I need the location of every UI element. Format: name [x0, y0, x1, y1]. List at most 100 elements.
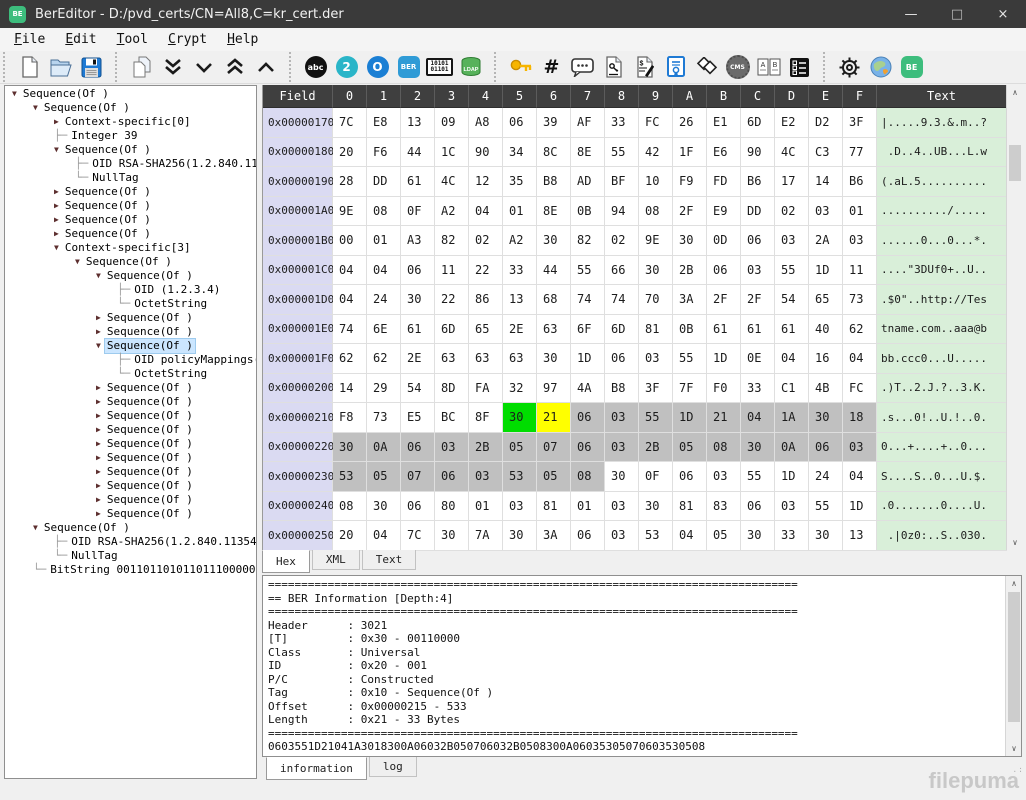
hex-byte-cell[interactable]: 04: [775, 344, 809, 374]
hex-byte-cell[interactable]: 62: [367, 344, 401, 374]
tree-item[interactable]: ▶Sequence(Of ): [5, 325, 256, 339]
hex-byte-cell[interactable]: 05: [367, 462, 401, 492]
hex-byte-cell[interactable]: 83: [707, 492, 741, 522]
tree-item[interactable]: ├─OID RSA-SHA256(1.2.840.11…: [5, 157, 256, 171]
hex-byte-cell[interactable]: 06: [435, 462, 469, 492]
hex-byte-cell[interactable]: F6: [367, 138, 401, 168]
hex-byte-cell[interactable]: 30: [435, 521, 469, 551]
hex-byte-cell[interactable]: 30: [537, 226, 571, 256]
tree-collapsed-icon[interactable]: ▶: [54, 115, 59, 129]
hex-byte-cell[interactable]: 01: [469, 492, 503, 522]
hex-byte-cell[interactable]: 61: [741, 315, 775, 345]
hex-byte-cell[interactable]: 01: [843, 197, 877, 227]
hex-byte-cell[interactable]: 04: [469, 197, 503, 227]
menu-edit[interactable]: Edit: [55, 30, 106, 49]
hex-byte-cell[interactable]: 04: [741, 403, 775, 433]
tree-item[interactable]: ▶Sequence(Of ): [5, 381, 256, 395]
tree-collapsed-icon[interactable]: ▶: [96, 381, 101, 395]
hex-byte-cell[interactable]: 30: [333, 433, 367, 463]
hex-byte-cell[interactable]: 30: [639, 492, 673, 522]
hex-byte-cell[interactable]: 0B: [673, 315, 707, 345]
ber-tree-panel[interactable]: ▼Sequence(Of )▼Sequence(Of )▶Context-spe…: [4, 85, 257, 779]
tree-collapsed-icon[interactable]: ▶: [96, 423, 101, 437]
hex-byte-cell[interactable]: 03: [435, 433, 469, 463]
hex-byte-cell[interactable]: 21: [537, 403, 571, 433]
hex-byte-cell[interactable]: 24: [367, 285, 401, 315]
tree-item[interactable]: └─OctetString: [5, 297, 256, 311]
hex-byte-cell[interactable]: 1D: [571, 344, 605, 374]
hex-byte-cell[interactable]: 8C: [537, 138, 571, 168]
hex-byte-cell[interactable]: 0A: [775, 433, 809, 463]
hex-byte-cell[interactable]: C3: [809, 138, 843, 168]
hex-byte-cell[interactable]: 06: [741, 226, 775, 256]
hex-byte-cell[interactable]: 55: [571, 256, 605, 286]
hex-byte-cell[interactable]: 34: [503, 138, 537, 168]
tree-expanded-icon[interactable]: ▼: [54, 241, 59, 255]
hex-byte-cell[interactable]: 9E: [639, 226, 673, 256]
hex-byte-cell[interactable]: 03: [605, 521, 639, 551]
hex-byte-cell[interactable]: 30: [503, 521, 537, 551]
hex-byte-cell[interactable]: 3A: [537, 521, 571, 551]
hex-byte-cell[interactable]: 4C: [775, 138, 809, 168]
hex-byte-cell[interactable]: 16: [809, 344, 843, 374]
open-file-icon[interactable]: [45, 53, 76, 81]
hex-byte-cell[interactable]: E6: [707, 138, 741, 168]
hex-byte-cell[interactable]: 65: [469, 315, 503, 345]
hex-byte-cell[interactable]: 55: [809, 492, 843, 522]
hex-byte-cell[interactable]: 8E: [571, 138, 605, 168]
hex-byte-cell[interactable]: A8: [469, 108, 503, 138]
hex-byte-cell[interactable]: DD: [367, 167, 401, 197]
tree-item[interactable]: ├─OID (1.2.3.4): [5, 283, 256, 297]
hex-byte-cell[interactable]: 61: [707, 315, 741, 345]
hex-byte-cell[interactable]: 06: [571, 403, 605, 433]
hex-byte-cell[interactable]: E1: [707, 108, 741, 138]
hex-byte-cell[interactable]: 24: [809, 462, 843, 492]
hex-byte-cell[interactable]: 7A: [469, 521, 503, 551]
minimize-button[interactable]: —: [888, 0, 934, 28]
hex-byte-cell[interactable]: 07: [401, 462, 435, 492]
hex-byte-cell[interactable]: A2: [435, 197, 469, 227]
hex-byte-cell[interactable]: 06: [571, 433, 605, 463]
tree-item[interactable]: ▶Sequence(Of ): [5, 185, 256, 199]
hex-byte-cell[interactable]: 01: [571, 492, 605, 522]
hex-byte-cell[interactable]: 63: [435, 344, 469, 374]
hex-byte-cell[interactable]: 10: [639, 167, 673, 197]
hex-byte-cell[interactable]: AD: [571, 167, 605, 197]
hex-byte-cell[interactable]: AF: [571, 108, 605, 138]
info-scrollbar-up-icon[interactable]: ∧: [1006, 576, 1022, 591]
menu-file[interactable]: File: [4, 30, 55, 49]
menu-tool[interactable]: Tool: [107, 30, 158, 49]
hex-byte-cell[interactable]: 53: [333, 462, 367, 492]
hex-byte-cell[interactable]: 30: [741, 433, 775, 463]
hex-byte-cell[interactable]: 30: [401, 285, 435, 315]
hex-byte-cell[interactable]: 4C: [435, 167, 469, 197]
tree-item[interactable]: ▶Sequence(Of ): [5, 409, 256, 423]
hex-byte-cell[interactable]: 05: [673, 433, 707, 463]
hex-byte-cell[interactable]: 73: [367, 403, 401, 433]
hex-byte-cell[interactable]: 03: [775, 226, 809, 256]
hex-byte-cell[interactable]: 63: [503, 344, 537, 374]
hex-byte-cell[interactable]: 05: [503, 433, 537, 463]
hex-byte-cell[interactable]: 01: [367, 226, 401, 256]
hex-byte-cell[interactable]: 94: [605, 197, 639, 227]
close-button[interactable]: ×: [980, 0, 1026, 28]
tree-item[interactable]: ▶Context-specific[0]: [5, 115, 256, 129]
hex-byte-cell[interactable]: 04: [333, 285, 367, 315]
tree-item[interactable]: ▶Sequence(Of ): [5, 227, 256, 241]
hex-byte-cell[interactable]: 33: [775, 521, 809, 551]
tree-item[interactable]: ▶Sequence(Of ): [5, 451, 256, 465]
hex-byte-cell[interactable]: 0D: [707, 226, 741, 256]
hex-byte-cell[interactable]: 53: [639, 521, 673, 551]
hex-byte-cell[interactable]: 03: [843, 226, 877, 256]
tree-item[interactable]: ▼Sequence(Of ): [5, 87, 256, 101]
hex-byte-cell[interactable]: 8E: [537, 197, 571, 227]
hex-byte-cell[interactable]: 03: [809, 197, 843, 227]
hex-byte-cell[interactable]: 06: [605, 344, 639, 374]
hex-byte-cell[interactable]: E9: [707, 197, 741, 227]
hex-byte-cell[interactable]: 90: [469, 138, 503, 168]
tree-item[interactable]: ▶Sequence(Of ): [5, 507, 256, 521]
resize-grip-icon[interactable]: .:: [1012, 765, 1024, 774]
hex-byte-cell[interactable]: 08: [367, 197, 401, 227]
hex-byte-cell[interactable]: 44: [401, 138, 435, 168]
hex-byte-cell[interactable]: 55: [775, 256, 809, 286]
